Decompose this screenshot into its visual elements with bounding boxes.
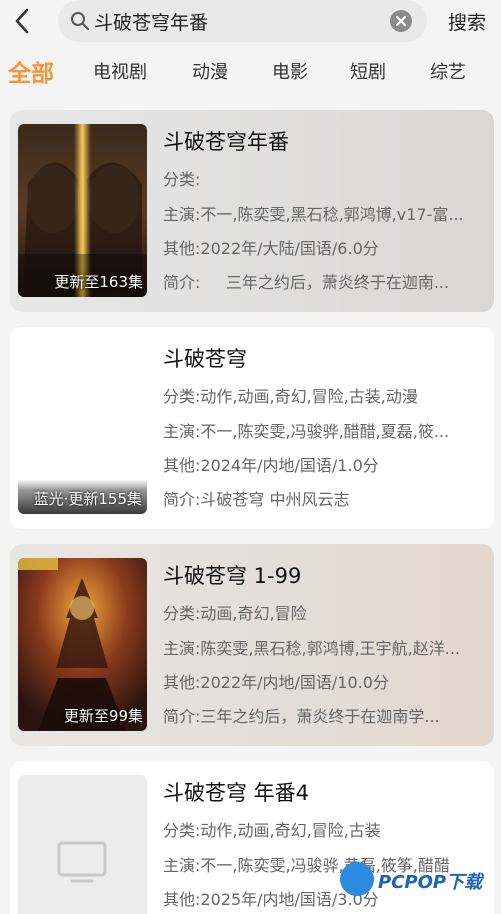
episode-badge: 更新至99集: [63, 707, 143, 725]
search-icon: [71, 12, 90, 31]
tab-movie[interactable]: 电影: [272, 58, 308, 84]
watermark-circle-icon: [340, 862, 374, 896]
result-title: 斗破苍穹年番: [163, 130, 289, 154]
top-bar: 搜索: [0, 0, 501, 44]
poster-placeholder: [18, 775, 147, 914]
other-info-row: 其他:2022年/内地/国语/10.0分: [163, 673, 389, 692]
tab-tv-series[interactable]: 电视剧: [93, 58, 147, 84]
watermark-logo: PCPOP下载: [338, 860, 498, 900]
tv-placeholder-icon: [57, 841, 107, 883]
back-arrow-icon[interactable]: [8, 6, 38, 36]
poster-image: 更新至99集: [18, 558, 147, 731]
intro-row: 简介:三年之约后，萧炎终于在迦南学...: [163, 707, 440, 726]
search-box: [58, 0, 427, 42]
cast-row: 主演:不一,陈奕雯,黑石稔,郭鸿博,v17-富...: [163, 205, 464, 224]
other-info-row: 其他:2022年/大陆/国语/6.0分: [163, 239, 379, 258]
result-title: 斗破苍穹 年番4: [163, 781, 310, 805]
cast-row: 主演:不一,陈奕雯,冯骏骅,醋醋,夏磊,筱...: [163, 422, 450, 441]
category-row: 分类:动作,动画,奇幻,冒险,古装,动漫: [163, 387, 418, 406]
tab-short-drama[interactable]: 短剧: [350, 58, 386, 84]
tab-anime[interactable]: 动漫: [192, 58, 228, 84]
watermark-text: PCPOP下载: [378, 872, 483, 893]
category-tabs: 全部 电视剧 动漫 电影 短剧 综艺: [0, 50, 501, 90]
category-row: 分类:动作,动画,奇幻,冒险,古装: [163, 821, 381, 840]
result-card[interactable]: 蓝光·更新155集 斗破苍穹 分类:动作,动画,奇幻,冒险,古装,动漫 主演:不…: [10, 327, 494, 529]
intro-row: 简介: 三年之约后，萧炎终于在迦南...: [163, 273, 450, 292]
category-row: 分类:动画,奇幻,冒险: [163, 604, 307, 623]
result-title: 斗破苍穹 1-99: [163, 564, 302, 588]
episode-badge: 更新至163集: [54, 273, 143, 291]
result-card[interactable]: 更新至163集 斗破苍穹年番 分类: 主演:不一,陈奕雯,黑石稔,郭鸿博,v17…: [10, 110, 494, 312]
result-card[interactable]: 更新至99集 斗破苍穹 1-99 分类:动画,奇幻,冒险 主演:陈奕雯,黑石稔,…: [10, 544, 494, 746]
category-row: 分类:: [163, 170, 201, 189]
poster-image: 蓝光·更新155集: [18, 341, 147, 514]
search-button[interactable]: 搜索: [448, 8, 486, 35]
result-title: 斗破苍穹: [163, 347, 247, 371]
poster-image: 更新至163集: [18, 124, 147, 297]
tab-all[interactable]: 全部: [8, 54, 54, 88]
search-input[interactable]: [94, 5, 384, 37]
tab-variety[interactable]: 综艺: [430, 58, 466, 84]
cast-row: 主演:陈奕雯,黑石稔,郭鸿博,王宇航,赵洋...: [163, 639, 461, 658]
clear-search-icon[interactable]: [390, 10, 412, 32]
episode-badge: 蓝光·更新155集: [33, 490, 142, 508]
intro-row: 简介:斗破苍穹 中州风云志: [163, 490, 350, 509]
other-info-row: 其他:2024年/内地/国语/1.0分: [163, 456, 379, 475]
